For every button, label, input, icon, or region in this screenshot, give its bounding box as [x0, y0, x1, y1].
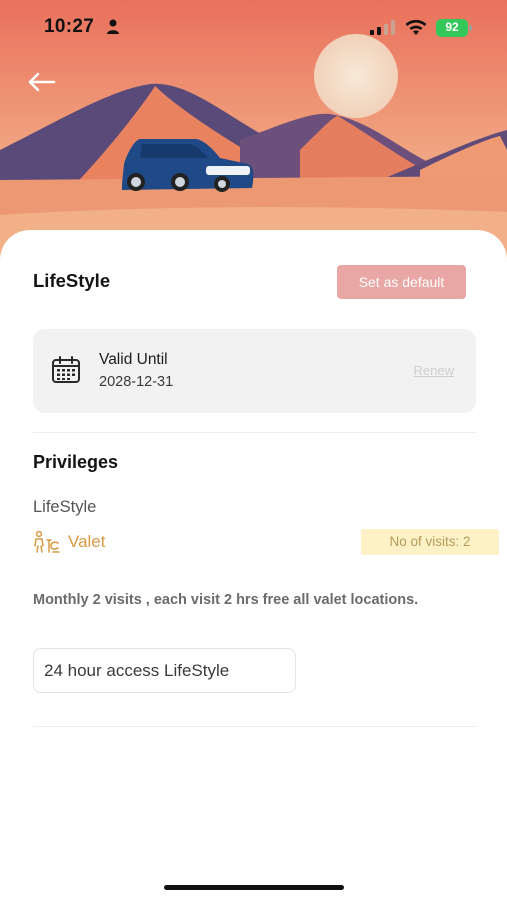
- cellular-signal-icon: [370, 20, 395, 35]
- access-chip: 24 hour access LifeStyle: [33, 648, 296, 693]
- divider: [33, 432, 476, 433]
- plan-details-sheet: LifeStyle Set as default Valid Until 202…: [0, 230, 507, 900]
- wifi-icon: [405, 19, 427, 35]
- privilege-group-name: LifeStyle: [33, 498, 97, 516]
- validity-card: Valid Until 2028-12-31 Renew: [33, 329, 476, 413]
- privilege-description: Monthly 2 visits , each visit 2 hrs free…: [33, 592, 419, 608]
- status-time: 10:27: [44, 16, 95, 37]
- privilege-label: Valet: [68, 532, 106, 551]
- divider: [33, 726, 476, 727]
- set-as-default-button[interactable]: Set as default: [337, 265, 466, 299]
- privileges-heading: Privileges: [33, 452, 119, 472]
- battery-indicator: 92: [436, 19, 472, 37]
- back-arrow-icon[interactable]: [26, 68, 58, 96]
- home-indicator: [164, 885, 344, 890]
- calendar-icon: [52, 356, 80, 383]
- valid-until-label: Valid Until: [99, 351, 168, 368]
- hero-illustration: 10:27 92: [0, 0, 507, 262]
- status-bar: 10:27 92: [0, 0, 507, 56]
- valid-until-date: 2028-12-31: [99, 374, 174, 390]
- valet-icon: [34, 531, 60, 553]
- plan-title: LifeStyle: [33, 270, 111, 291]
- person-icon: [107, 19, 119, 34]
- renew-link[interactable]: Renew: [414, 363, 454, 378]
- battery-level: 92: [445, 20, 459, 34]
- visits-count-badge: No of visits: 2: [361, 529, 499, 555]
